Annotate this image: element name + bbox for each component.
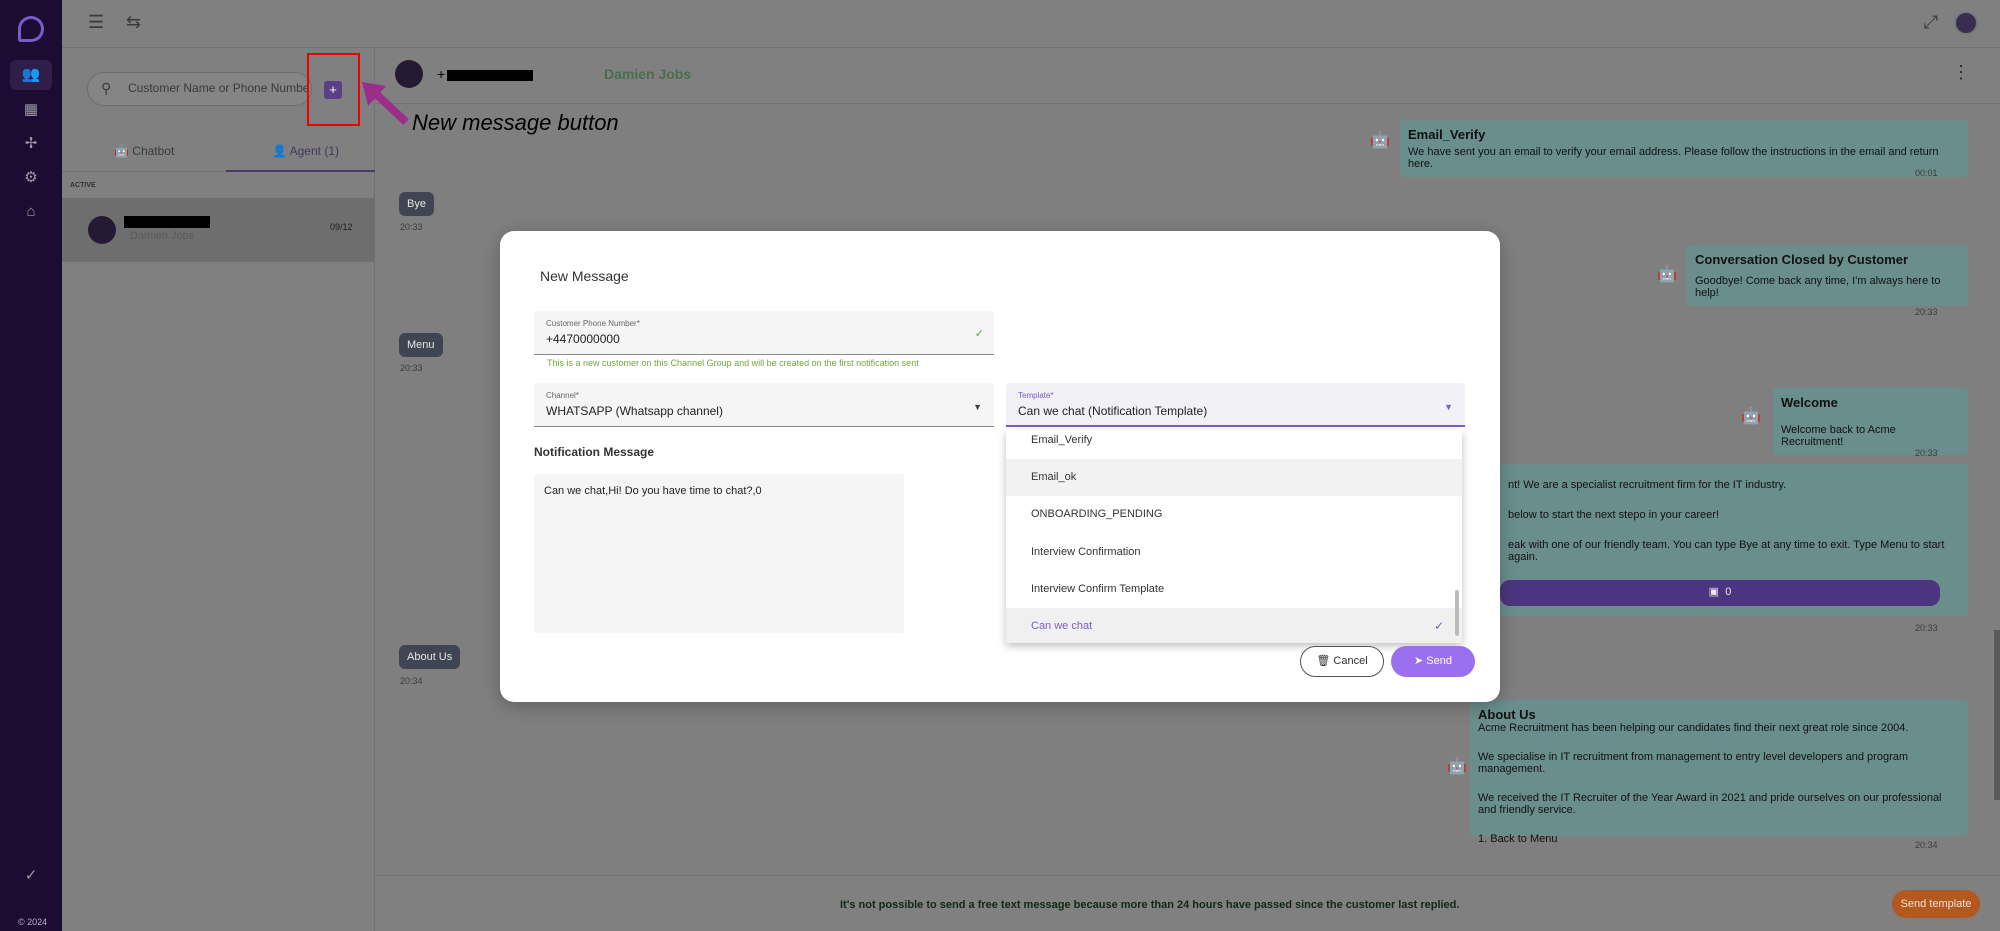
- network-icon[interactable]: ✢: [21, 134, 41, 154]
- new-message-dialog: New Message Customer Phone Number* +4470…: [500, 231, 1500, 702]
- chat-footer: It's not possible to send a free text me…: [375, 875, 2000, 931]
- message-time: 20:34: [1915, 840, 1938, 850]
- phone-field[interactable]: Customer Phone Number* +4470000000 ✓: [534, 311, 994, 355]
- bot-icon: 🤖: [1370, 132, 1390, 149]
- footer-notice: It's not possible to send a free text me…: [840, 899, 1460, 911]
- search-input[interactable]: [128, 81, 308, 95]
- send-button[interactable]: ➤ Send: [1391, 646, 1475, 677]
- avatar: [88, 216, 116, 244]
- template-option[interactable]: ONBOARDING_PENDING: [1006, 496, 1462, 533]
- cancel-button[interactable]: 🗑 Cancel: [1300, 646, 1384, 677]
- incoming-message: Bye: [399, 192, 434, 216]
- chat-scrollbar[interactable]: [1994, 630, 2000, 800]
- menu-option-button[interactable]: ▣ 0: [1500, 580, 1940, 606]
- section-label-active: ACTIVE: [70, 182, 96, 189]
- swap-arrows-icon[interactable]: ⇆: [126, 12, 141, 33]
- copyright: © 2024: [18, 917, 48, 927]
- conversation-item[interactable]: Damien Jobs 09/12: [62, 198, 375, 262]
- tab-agent[interactable]: 👤 Agent (1): [272, 144, 339, 158]
- contact-name: Damien Jobs: [604, 66, 692, 82]
- template-option-selected[interactable]: Can we chat ✓: [1006, 608, 1462, 643]
- hamburger-menu-icon[interactable]: ☰: [88, 12, 104, 33]
- tabs: 🤖 Chatbot 👤 Agent (1): [62, 132, 375, 172]
- message-time: 20:33: [1915, 448, 1938, 458]
- chevron-down-icon: ▼: [1444, 402, 1453, 412]
- redacted-phone: [124, 216, 210, 228]
- channel-select[interactable]: Channel* WHATSAPP (Whatsapp channel) ▼: [534, 383, 994, 427]
- message-time: 20:33: [1915, 307, 1938, 317]
- new-customer-hint: This is a new customer on this Channel G…: [547, 358, 919, 368]
- phone-prefix: +: [437, 66, 446, 82]
- users-icon[interactable]: 👥: [10, 60, 52, 90]
- incoming-message: Menu: [399, 333, 443, 357]
- outgoing-message-about: About Us Acme Recruitment has been helpi…: [1470, 700, 1968, 845]
- tab-underline: [226, 170, 375, 172]
- more-options-icon[interactable]: ⋮: [1952, 62, 1970, 83]
- annotation-arrow-icon: [362, 82, 409, 125]
- dialog-title: New Message: [540, 268, 629, 284]
- outgoing-message-email-verify: Email_Verify We have sent you an email t…: [1400, 120, 1968, 177]
- conversation-date: 09/12: [330, 222, 353, 232]
- chevron-down-icon: ▼: [973, 402, 982, 412]
- template-option[interactable]: Email_ok: [1006, 459, 1462, 496]
- top-bar: ☰ ⇆ ⤢: [62, 0, 2000, 48]
- settings-icon[interactable]: ⚙: [21, 168, 41, 188]
- home-icon[interactable]: ⌂: [21, 202, 41, 222]
- conversation-list-panel: ⚲ + 🤖 Chatbot 👤 Agent (1) ACTIVE Damien …: [62, 48, 375, 931]
- sidebar: 👥 ▦ ✢ ⚙ ⌂ ✓ © 2024: [0, 0, 62, 931]
- message-time: 20:33: [400, 222, 423, 232]
- message-time: 20:34: [400, 676, 423, 686]
- phone-value: +4470000000: [546, 332, 620, 346]
- store-icon[interactable]: ▦: [21, 100, 41, 120]
- notification-message-field[interactable]: Can we chat,Hi! Do you have time to chat…: [534, 474, 904, 633]
- annotation-label: New message button: [412, 110, 619, 135]
- chat-header: + Damien Jobs ⋮: [375, 48, 2000, 104]
- checkmark-icon: ✓: [1433, 619, 1444, 633]
- redacted-phone: [447, 70, 533, 81]
- conversation-name: Damien Jobs: [130, 230, 195, 242]
- template-option[interactable]: Interview Confirm Template: [1006, 571, 1462, 608]
- search-icon: ⚲: [101, 80, 112, 96]
- check-circle-icon[interactable]: ✓: [21, 866, 41, 886]
- check-icon: ✓: [974, 328, 984, 340]
- bot-icon: 🤖: [1657, 266, 1677, 283]
- new-message-button[interactable]: +: [324, 81, 342, 99]
- message-time: 00:01: [1915, 168, 1938, 178]
- incoming-message: About Us: [399, 645, 461, 669]
- outgoing-message-welcome: Welcome Welcome back to Acme Recruitment…: [1773, 388, 1968, 455]
- message-time: 20:33: [1915, 623, 1938, 633]
- template-option[interactable]: Interview Confirmation: [1006, 534, 1462, 571]
- chat-logo-icon: [18, 16, 44, 42]
- bot-icon: 🤖: [1741, 408, 1761, 425]
- notification-message-title: Notification Message: [534, 445, 655, 459]
- new-message-highlight: +: [307, 53, 360, 126]
- search-box[interactable]: ⚲: [87, 72, 312, 106]
- user-avatar[interactable]: [1954, 11, 1978, 35]
- send-template-button[interactable]: Send template: [1892, 890, 1980, 918]
- outgoing-message-closed: Conversation Closed by Customer Goodbye!…: [1687, 245, 1968, 306]
- fullscreen-icon[interactable]: ⤢: [1924, 12, 1938, 33]
- template-dropdown: Email_Verify Email_ok ONBOARDING_PENDING…: [1006, 430, 1462, 643]
- template-option[interactable]: Email_Verify: [1006, 430, 1462, 459]
- dropdown-scrollbar[interactable]: [1455, 590, 1459, 636]
- tab-chatbot[interactable]: 🤖 Chatbot: [114, 144, 174, 158]
- bot-icon: 🤖: [1447, 758, 1467, 775]
- message-time: 20:33: [400, 363, 423, 373]
- template-select[interactable]: Template* Can we chat (Notification Temp…: [1006, 383, 1465, 427]
